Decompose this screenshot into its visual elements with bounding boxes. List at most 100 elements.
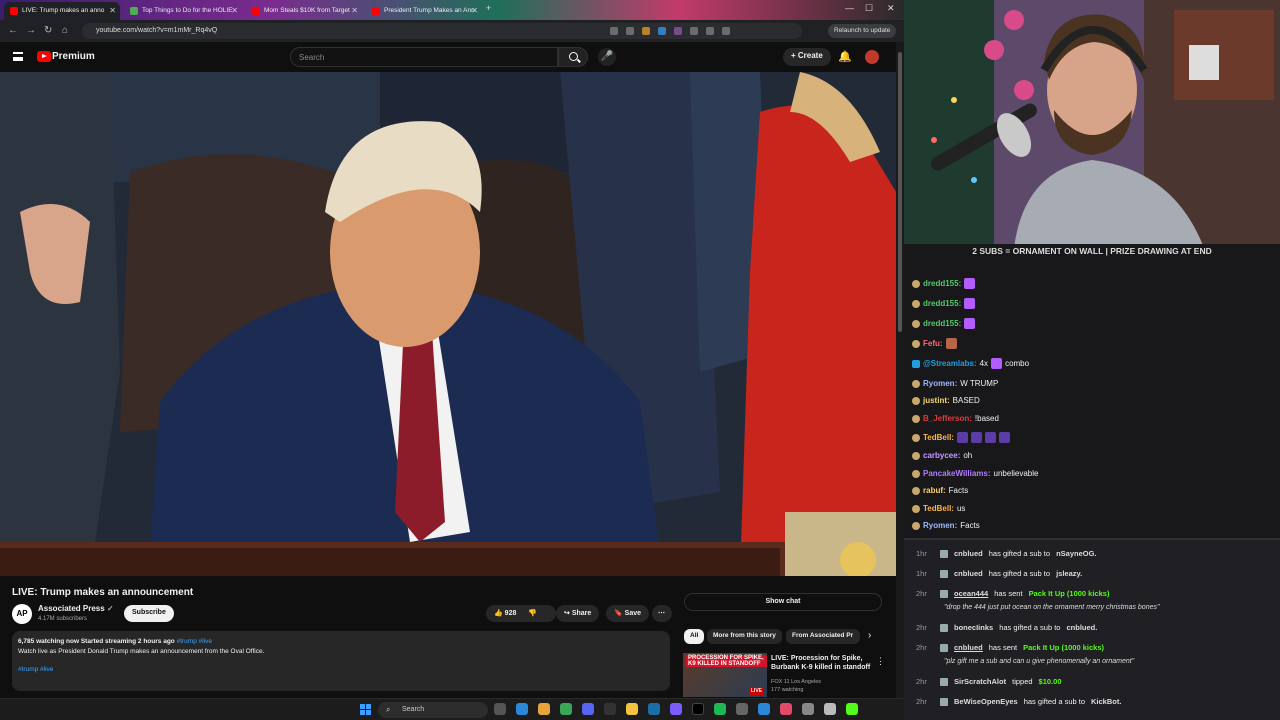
extension-icon[interactable] [610, 27, 618, 35]
extension-icon[interactable] [706, 27, 714, 35]
app-icon[interactable] [758, 703, 770, 715]
share-button[interactable]: ↪ Share [556, 605, 600, 622]
chat-username[interactable]: B_Jefferson: [923, 414, 972, 423]
chat-username[interactable]: carbycee: [923, 451, 960, 460]
app-icon[interactable] [736, 703, 748, 715]
windows-start-icon[interactable] [360, 704, 371, 715]
chat-username[interactable]: Ryomen: [923, 521, 957, 530]
chat-username[interactable]: Ryomen: [923, 379, 957, 388]
chat-username[interactable]: TedBell: [923, 504, 954, 513]
search-icon[interactable] [558, 47, 588, 67]
microphone-icon[interactable]: 🎤 [598, 48, 616, 66]
kick-icon[interactable] [846, 703, 858, 715]
event-user[interactable]: SirScratchAlot [954, 677, 1006, 686]
close-tab-icon[interactable]: ✕ [351, 6, 358, 15]
new-tab-icon[interactable]: + [486, 3, 491, 13]
close-tab-icon[interactable]: ✕ [109, 6, 116, 15]
task-view-icon[interactable] [494, 703, 506, 715]
chat-username[interactable]: dredd155: [923, 319, 961, 328]
relaunch-button[interactable]: Relaunch to update [828, 24, 897, 38]
like-count[interactable]: 928 [505, 610, 517, 617]
chat-username[interactable]: dredd155: [923, 299, 961, 308]
tiktok-icon[interactable] [692, 703, 704, 715]
extension-icon[interactable] [674, 27, 682, 35]
chat-username[interactable]: @Streamlabs: [923, 359, 977, 368]
related-video-menu-icon[interactable]: ⋮ [876, 656, 885, 667]
tab-target[interactable]: Mom Steals $10K from Target ✕ [246, 2, 362, 20]
save-button[interactable]: 🔖 Save [606, 605, 650, 622]
chevron-right-icon[interactable]: › [868, 630, 871, 641]
chip-from-associated-press[interactable]: From Associated Pr [786, 629, 860, 644]
chat-username[interactable]: PancakeWilliams: [923, 469, 991, 478]
chip-more-from-story[interactable]: More from this story [707, 629, 782, 644]
video-player[interactable] [0, 72, 896, 576]
tab-president[interactable]: President Trump Makes an Ann ✕ [366, 2, 482, 20]
reload-icon[interactable]: ↻ [44, 25, 52, 36]
notifications-bell-icon[interactable]: 🔔 [838, 50, 852, 63]
channel-name-text[interactable]: Associated Press [38, 604, 105, 613]
related-video-channel[interactable]: FOX 11 Los Angeles [771, 678, 821, 686]
related-video-thumbnail[interactable]: PROCESSION FOR SPIKE, K9 KILLED IN STAND… [683, 653, 767, 697]
chat-username[interactable]: justint: [923, 396, 950, 405]
description-hashtags[interactable]: #trump #live [18, 665, 664, 675]
taskbar-search[interactable]: ⌕ Search [378, 702, 488, 718]
extension-icon[interactable] [690, 27, 698, 35]
youtube-logo-icon[interactable] [37, 51, 51, 62]
event-user[interactable]: bonecIinks [954, 623, 993, 632]
close-tab-icon[interactable]: ✕ [471, 6, 478, 15]
scrollbar-thumb[interactable] [898, 52, 902, 332]
app-icon[interactable] [780, 703, 792, 715]
tab-holiday[interactable]: Top Things to Do for the HOLIE ✕ [124, 2, 242, 20]
minimize-icon[interactable]: — [845, 3, 854, 13]
like-icon[interactable]: 👍 [494, 610, 503, 617]
extension-icon[interactable] [642, 27, 650, 35]
chat-username[interactable]: Fefu: [923, 339, 943, 348]
show-chat-button[interactable]: Show chat [684, 593, 882, 611]
page-scrollbar[interactable] [896, 42, 904, 698]
spotify-icon[interactable] [714, 703, 726, 715]
event-target-user[interactable]: KickBot. [1091, 697, 1121, 706]
steam-icon[interactable] [648, 703, 660, 715]
app-icon[interactable] [670, 703, 682, 715]
video-description[interactable]: 6,785 watching now Started streaming 2 h… [12, 631, 670, 691]
create-button[interactable]: + Create [783, 48, 831, 66]
edge-icon[interactable] [516, 703, 528, 715]
extension-icon[interactable] [626, 27, 634, 35]
app-icon[interactable] [824, 703, 836, 715]
extension-icon[interactable] [658, 27, 666, 35]
event-user[interactable]: ocean444 [954, 589, 988, 598]
description-stats-tags[interactable]: #trump #live [177, 638, 212, 645]
channel-name[interactable]: Associated Press ✓ [38, 604, 114, 613]
chat-username[interactable]: rabuf: [923, 486, 946, 495]
related-video-title[interactable]: LIVE: Procession for Spike, Burbank K-9 … [771, 654, 875, 672]
terminal-icon[interactable] [604, 703, 616, 715]
chrome-alt-icon[interactable] [560, 703, 572, 715]
tab-youtube-live[interactable]: LIVE: Trump makes an anno ✕ [4, 2, 120, 20]
app-icon[interactable] [802, 703, 814, 715]
close-window-icon[interactable]: ✕ [887, 3, 895, 14]
forward-icon[interactable]: → [26, 25, 36, 36]
event-target-user[interactable]: nSayneOG. [1056, 549, 1096, 558]
close-tab-icon[interactable]: ✕ [231, 6, 238, 15]
event-user[interactable]: cnblued [954, 569, 983, 578]
more-actions-button[interactable]: ⋯ [652, 605, 672, 622]
search-input[interactable]: Search [290, 47, 558, 67]
chip-all[interactable]: All [684, 629, 705, 644]
channel-avatar[interactable]: AP [12, 604, 32, 624]
home-icon[interactable]: ⌂ [62, 25, 68, 36]
extension-icon[interactable] [722, 27, 730, 35]
event-user[interactable]: cnblued [954, 549, 983, 558]
back-icon[interactable]: ← [8, 25, 18, 36]
dislike-icon[interactable]: 👎 [528, 610, 537, 617]
event-target-user[interactable]: jsleazy. [1056, 569, 1082, 578]
youtube-premium-label[interactable]: Premium [52, 51, 95, 62]
event-user[interactable]: BeWiseOpenEyes [954, 697, 1018, 706]
app-icon[interactable] [582, 703, 594, 715]
event-user[interactable]: cnblued [954, 643, 983, 652]
hamburger-menu-icon[interactable] [13, 52, 23, 61]
file-explorer-icon[interactable] [626, 703, 638, 715]
chat-username[interactable]: dredd155: [923, 279, 961, 288]
maximize-icon[interactable]: ☐ [865, 3, 873, 14]
chat-username[interactable]: TedBell: [923, 433, 954, 442]
chrome-icon[interactable] [538, 703, 550, 715]
